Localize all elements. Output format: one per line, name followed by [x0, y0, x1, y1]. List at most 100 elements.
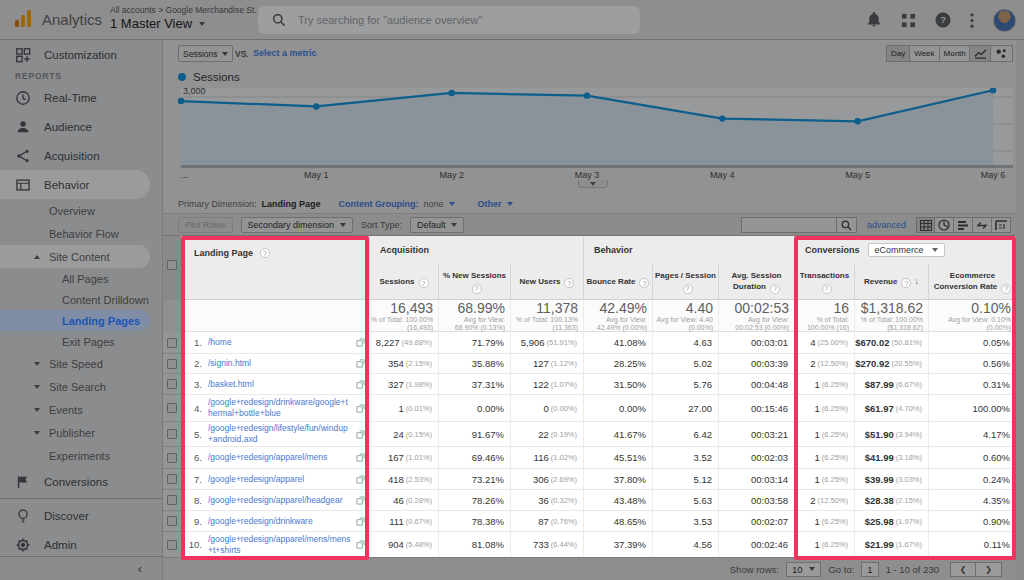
sidebar-item-overview[interactable]: Overview	[0, 199, 162, 222]
row-checkbox[interactable]	[163, 531, 181, 557]
content-grouping-link[interactable]: Content Grouping:	[339, 199, 419, 209]
help-icon[interactable]: ?	[770, 284, 780, 294]
row-checkbox[interactable]	[163, 446, 181, 468]
other-dimension-link[interactable]: Other	[478, 199, 502, 209]
cell: 4.63	[652, 332, 718, 353]
table-search-button[interactable]	[837, 217, 857, 233]
goto-page-input[interactable]: 1	[861, 562, 878, 577]
column-header-bounce-rate[interactable]: Bounce Rate?	[583, 264, 652, 300]
table-view-toggle	[916, 217, 1011, 233]
sidebar-item-audience[interactable]: Audience	[0, 112, 162, 141]
sidebar-item-admin[interactable]: Admin	[0, 530, 162, 559]
expander-down-icon[interactable]	[34, 431, 40, 435]
help-icon[interactable]: ?	[935, 12, 951, 28]
column-header-sessions[interactable]: Sessions?	[369, 264, 438, 300]
sort-type-button[interactable]: Default	[410, 217, 465, 233]
analytics-app: Analytics All accounts > Google Merchand…	[0, 0, 1024, 580]
cell: 00:02:03	[718, 446, 794, 468]
expander-down-icon[interactable]	[34, 362, 40, 366]
sidebar-collapse-button[interactable]: ‹	[0, 556, 162, 580]
column-header-new-sessions[interactable]: % New Sessions?	[438, 264, 510, 300]
performance-view-button[interactable]	[954, 217, 973, 233]
search-bar[interactable]: Try searching for "audience overview"	[258, 6, 640, 34]
sidebar-item-content-drilldown[interactable]: Content Drilldown	[0, 289, 162, 310]
sidebar-item-exit-pages[interactable]: Exit Pages	[0, 331, 162, 352]
view-selector[interactable]: 1 Master View	[110, 16, 205, 31]
next-page-button[interactable]: ❯	[976, 562, 1002, 577]
sidebar-item-landing-pages[interactable]: Landing Pages	[0, 310, 150, 331]
advanced-search-link[interactable]: advanced	[867, 220, 906, 230]
avatar[interactable]	[993, 9, 1016, 32]
sidebar-item-site-search[interactable]: Site Search	[0, 375, 162, 398]
select-metric-link[interactable]: Select a metric	[253, 48, 317, 58]
week-button[interactable]: Week	[910, 45, 939, 62]
expander-down-icon[interactable]	[34, 385, 40, 389]
analytics-logo[interactable]: Analytics	[12, 8, 102, 30]
row-checkbox[interactable]	[163, 489, 181, 510]
cell: 24(0.15%)	[369, 421, 438, 446]
line-chart-button[interactable]	[969, 45, 991, 62]
sidebar-item-site-content[interactable]: Site Content	[0, 245, 150, 268]
data-view-button[interactable]	[916, 217, 935, 233]
cell: 28.25%	[583, 353, 652, 373]
sidebar-item-site-speed[interactable]: Site Speed	[0, 352, 162, 375]
sidebar-item-all-pages[interactable]: All Pages	[0, 268, 162, 289]
comparison-view-button[interactable]	[973, 217, 992, 233]
month-button[interactable]: Month	[940, 45, 971, 62]
cell: 3.52	[652, 446, 718, 468]
row-checkbox[interactable]	[163, 421, 181, 446]
metric-selector[interactable]: Sessions	[178, 45, 233, 62]
prev-page-button[interactable]: ❮	[950, 562, 976, 577]
sidebar-item-publisher[interactable]: Publisher	[0, 421, 162, 444]
row-range: 1 - 10 of 230	[886, 564, 939, 575]
column-header-new-users[interactable]: New Users?	[510, 264, 583, 300]
row-checkbox[interactable]	[163, 353, 181, 373]
admin-icon	[15, 537, 31, 553]
sidebar-item-behavior-flow[interactable]: Behavior Flow	[0, 222, 162, 245]
apps-grid-icon[interactable]	[901, 13, 916, 28]
plot-rows-button[interactable]: Plot Rows	[178, 217, 233, 233]
percentage-view-button[interactable]	[935, 217, 954, 233]
day-button[interactable]: Day	[886, 45, 910, 62]
select-all-checkbox[interactable]	[163, 236, 181, 300]
svg-text:...: ...	[181, 170, 189, 180]
table-search-input[interactable]	[741, 217, 837, 233]
sidebar-item-conversions[interactable]: Conversions	[0, 467, 162, 496]
row-checkbox[interactable]	[163, 394, 181, 421]
notifications-icon[interactable]	[866, 12, 882, 28]
sidebar-item-experiments[interactable]: Experiments	[0, 444, 162, 467]
sidebar-item-customization[interactable]: Customization	[0, 40, 162, 69]
row-checkbox[interactable]	[163, 332, 181, 353]
help-icon[interactable]: ?	[639, 278, 649, 288]
sidebar-section-label: REPORTS	[0, 69, 162, 83]
cell: 1(0.01%)	[369, 394, 438, 421]
show-rows-select[interactable]: 10	[786, 562, 822, 577]
sidebar-item-events[interactable]: Events	[0, 398, 162, 421]
pivot-view-button[interactable]	[992, 217, 1011, 233]
sidebar-item-real-time[interactable]: Real-Time	[0, 83, 162, 112]
help-icon[interactable]: ?	[419, 278, 429, 288]
more-options-icon[interactable]	[970, 13, 974, 28]
help-icon[interactable]: ?	[564, 278, 574, 288]
sidebar-item-discover[interactable]: Discover	[0, 501, 162, 530]
breadcrumb[interactable]: All accounts > Google Merchandise St...	[110, 5, 261, 15]
chevron-down-icon	[507, 202, 513, 206]
cell: 46(0.28%)	[369, 489, 438, 510]
help-icon[interactable]: ?	[472, 284, 482, 294]
chart-collapse-tab[interactable]	[578, 180, 608, 188]
line-chart[interactable]: 3,0002,0001,000...May 1May 2May 3May 4Ma…	[163, 88, 1016, 208]
expander-up-icon[interactable]	[34, 255, 40, 259]
help-icon[interactable]: ?	[683, 284, 693, 294]
expander-down-icon[interactable]	[34, 408, 40, 412]
secondary-dimension-button[interactable]: Secondary dimension	[241, 217, 354, 233]
primary-dimension-landing-page[interactable]: Landing Page	[262, 199, 321, 209]
sidebar-item-acquisition[interactable]: Acquisition	[0, 141, 162, 170]
column-header-avg-session-duration[interactable]: Avg. Session Duration?	[718, 264, 794, 300]
column-header-pages-session[interactable]: Pages / Session?	[652, 264, 718, 300]
chart-legend: Sessions	[178, 71, 240, 83]
row-checkbox[interactable]	[163, 373, 181, 394]
motion-chart-button[interactable]	[991, 45, 1013, 62]
row-checkbox[interactable]	[163, 468, 181, 489]
row-checkbox[interactable]	[163, 510, 181, 531]
sidebar-item-behavior[interactable]: Behavior	[0, 170, 150, 199]
